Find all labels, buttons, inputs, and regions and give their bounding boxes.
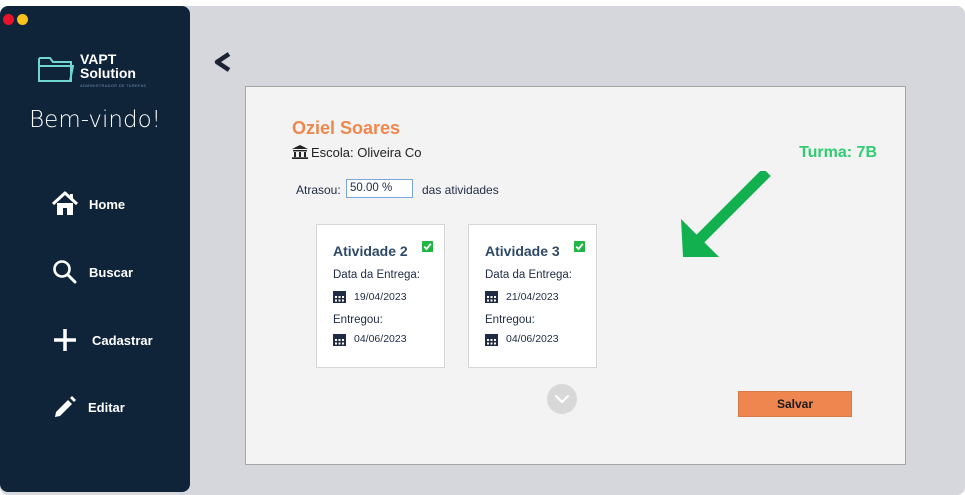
student-name: Oziel Soares	[292, 118, 401, 138]
app-window: VAPT Solution ADMINISTRADOR DE TAREFAS B…	[0, 6, 965, 495]
activity-title: Atividade 2	[333, 243, 408, 259]
sidebar-item-cadastrar[interactable]: Cadastrar	[0, 321, 190, 361]
save-button[interactable]: Salvar	[738, 391, 852, 417]
folder-logo-icon	[38, 57, 74, 82]
delivered-date: 04/06/2023	[354, 333, 407, 345]
delivered-label: Entregou:	[333, 314, 383, 326]
green-arrow-annotation	[681, 171, 771, 257]
checkbox-checked-icon	[422, 241, 433, 252]
late-percent-field[interactable]: 50.00 %	[346, 179, 413, 198]
close-window-button[interactable]	[3, 14, 14, 25]
delivery-date: 19/04/2023	[354, 291, 407, 303]
calendar-icon	[333, 291, 346, 303]
app-logo: VAPT Solution ADMINISTRADOR DE TAREFAS	[38, 52, 168, 96]
back-chevron-icon[interactable]	[211, 51, 233, 73]
welcome-heading: Bem-vindo!	[29, 107, 161, 133]
sidebar-item-label: Home	[89, 197, 126, 212]
turma-label: Turma: 7B	[799, 144, 877, 161]
late-label: Atrasou:	[296, 183, 341, 197]
logo-title-line2: Solution	[80, 65, 136, 81]
calendar-icon	[485, 334, 498, 346]
calendar-icon	[333, 334, 346, 346]
search-icon	[53, 260, 77, 284]
home-icon	[52, 191, 78, 215]
minimize-window-button[interactable]	[17, 14, 28, 25]
delivered-label: Entregou:	[485, 314, 535, 326]
calendar-icon	[485, 291, 498, 303]
late-suffix: das atividades	[422, 183, 499, 197]
delivery-date: 21/04/2023	[506, 291, 559, 303]
logo-title-line1: VAPT	[80, 51, 117, 67]
student-panel: Oziel Soares Escola: Oliveira Co Turma: …	[245, 86, 906, 465]
school-line: Escola: Oliveira Co	[292, 145, 422, 160]
pencil-icon	[55, 396, 76, 417]
sidebar-item-label: Buscar	[89, 265, 134, 280]
sidebar-item-label: Editar	[88, 400, 125, 415]
school-building-icon	[292, 145, 308, 159]
delivery-date-label: Data da Entrega:	[333, 269, 420, 281]
activity-card: Atividade 3 Data da Entrega: 21/04/2023 …	[468, 224, 597, 368]
activity-card: Atividade 2 Data da Entrega: 19/04/2023 …	[316, 224, 445, 368]
delivery-date-label: Data da Entrega:	[485, 269, 572, 281]
activity-title: Atividade 3	[485, 243, 560, 259]
sidebar: VAPT Solution ADMINISTRADOR DE TAREFAS B…	[0, 6, 190, 492]
sidebar-item-home[interactable]: Home	[0, 185, 190, 225]
plus-icon	[54, 329, 76, 351]
expand-more-button[interactable]	[547, 384, 577, 414]
logo-tagline: ADMINISTRADOR DE TAREFAS	[80, 83, 147, 88]
sidebar-item-buscar[interactable]: Buscar	[0, 253, 190, 293]
school-name: Escola: Oliveira Co	[311, 145, 422, 160]
delivered-date: 04/06/2023	[506, 333, 559, 345]
sidebar-item-label: Cadastrar	[92, 333, 153, 348]
checkbox-checked-icon	[574, 241, 585, 252]
chevron-down-icon	[554, 394, 570, 404]
sidebar-item-editar[interactable]: Editar	[0, 388, 190, 428]
